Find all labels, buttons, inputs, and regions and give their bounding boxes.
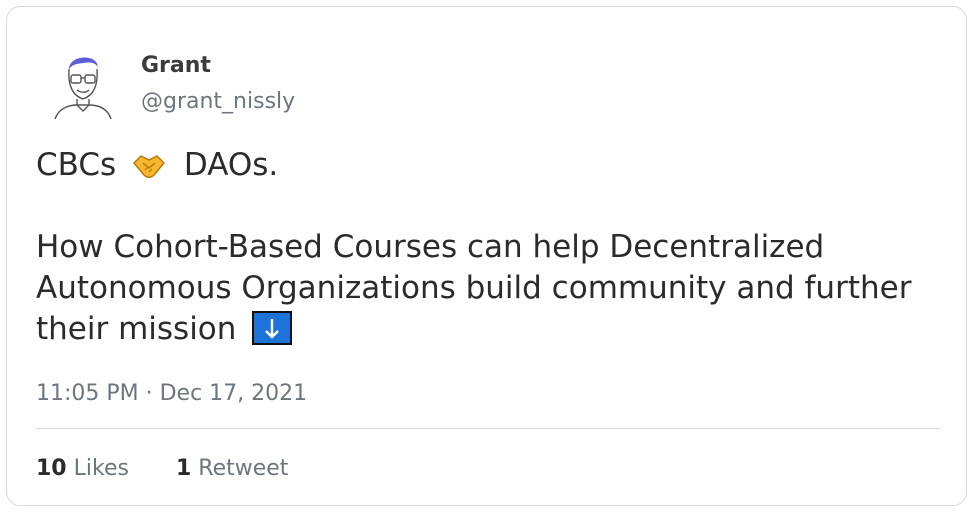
tweet-line-1-start: CBCs [36,147,117,183]
tweet-line-2: How Cohort-Based Courses can help Decent… [36,227,946,350]
author-handle[interactable]: @grant_nissly [141,87,295,117]
tweet-text: CBCs DAOs. How Cohort-Based Courses can … [36,145,946,350]
likes-stat[interactable]: 10 Likes [36,454,129,484]
tweet-line-2-text: How Cohort-Based Courses can help Decent… [36,229,912,347]
likes-count: 10 [36,456,67,481]
tweet-stats: 10 Likes 1 Retweet [36,454,328,484]
tweet-timestamp[interactable]: 11:05 PM · Dec 17, 2021 [36,379,307,409]
down-arrow-emoji-icon [252,311,293,345]
author-name[interactable]: Grant [141,51,211,81]
retweets-label: Retweet [198,456,289,481]
handshake-emoji-icon [133,155,165,178]
avatar-illustration-icon[interactable] [45,45,121,121]
retweets-count: 1 [175,456,192,481]
divider [36,428,940,429]
retweets-stat[interactable]: 1 Retweet [176,454,288,484]
tweet-line-1-end: DAOs. [183,147,279,183]
tweet-card: Grant @grant_nissly CBCs DAOs. How Cohor… [6,6,967,506]
tweet-line-1: CBCs DAOs. [36,145,946,186]
likes-label: Likes [73,456,129,481]
